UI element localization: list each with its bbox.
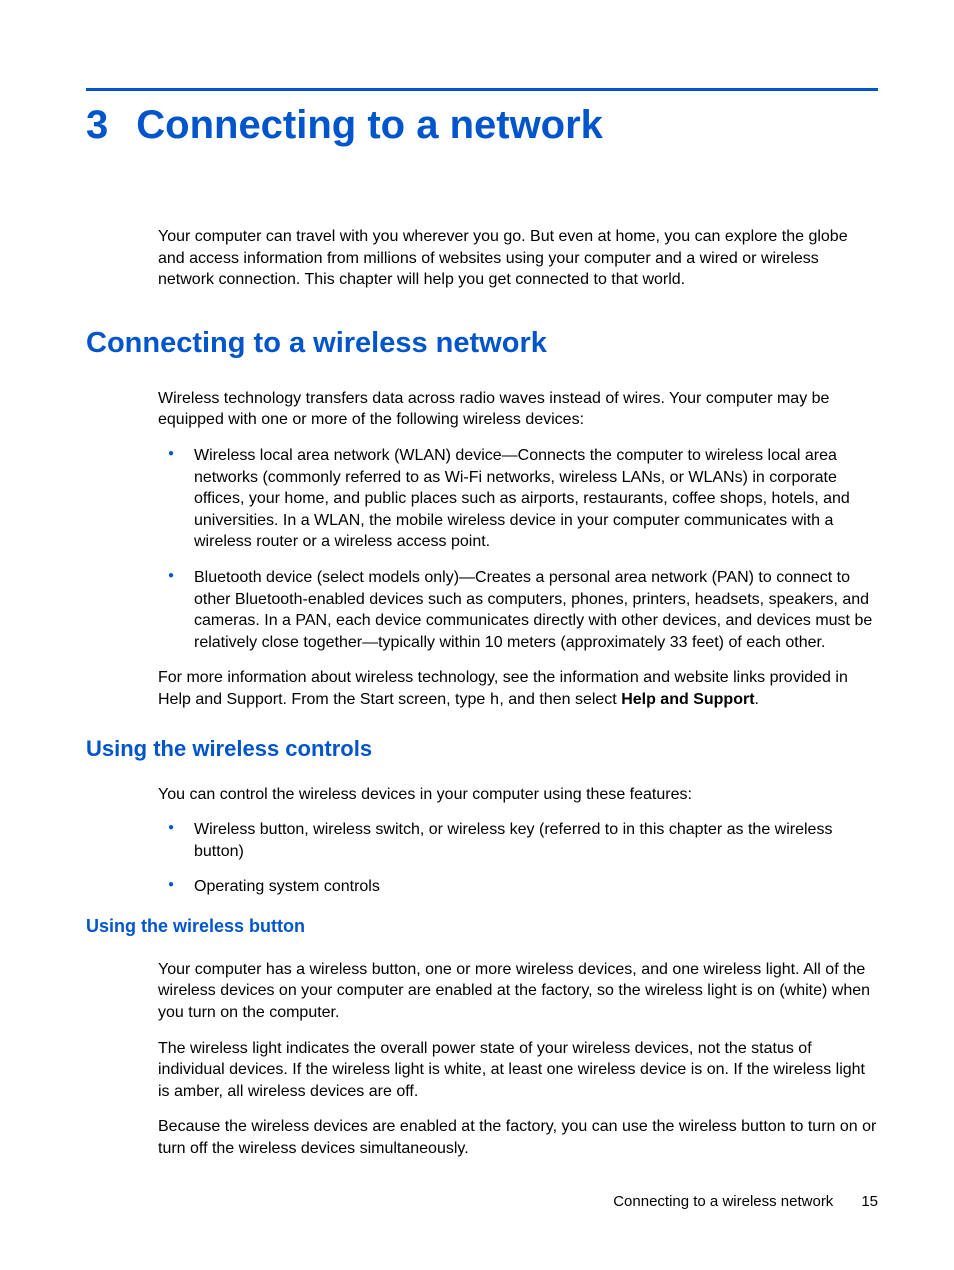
section-heading-wireless-controls: Using the wireless controls [86,736,878,762]
section-heading-wireless-button: Using the wireless button [86,916,878,937]
list-item: Wireless button, wireless switch, or wir… [194,819,878,862]
section-heading-wireless-network: Connecting to a wireless network [86,327,878,360]
section2-bullet-list: Wireless button, wireless switch, or wir… [158,819,878,898]
chapter-title: Connecting to a network [136,103,603,148]
page-container: 3 Connecting to a network Your computer … [0,0,954,1270]
section1-bullet-list: Wireless local area network (WLAN) devic… [158,445,878,653]
section2-para1: You can control the wireless devices in … [158,784,878,806]
intro-paragraph: Your computer can travel with you wherev… [158,226,878,291]
footer-page-number: 15 [861,1193,878,1210]
mono-text: h [490,691,500,709]
list-item: Bluetooth device (select models only)—Cr… [194,567,878,653]
section3-para2: The wireless light indicates the overall… [158,1038,878,1103]
chapter-number: 3 [86,103,108,148]
list-item: Wireless local area network (WLAN) devic… [194,445,878,553]
list-item: Operating system controls [194,876,878,898]
section3-para3: Because the wireless devices are enabled… [158,1116,878,1159]
footer-section-name: Connecting to a wireless network [613,1193,833,1210]
text-span: . [755,691,759,708]
page-footer: Connecting to a wireless network 15 [613,1193,878,1210]
bold-text: Help and Support [621,691,754,708]
chapter-rule [86,88,878,91]
section1-para2: For more information about wireless tech… [158,667,878,711]
text-span: , and then select [499,691,621,708]
section1-para1: Wireless technology transfers data acros… [158,388,878,431]
section3-para1: Your computer has a wireless button, one… [158,959,878,1024]
chapter-title-row: 3 Connecting to a network [86,103,878,148]
